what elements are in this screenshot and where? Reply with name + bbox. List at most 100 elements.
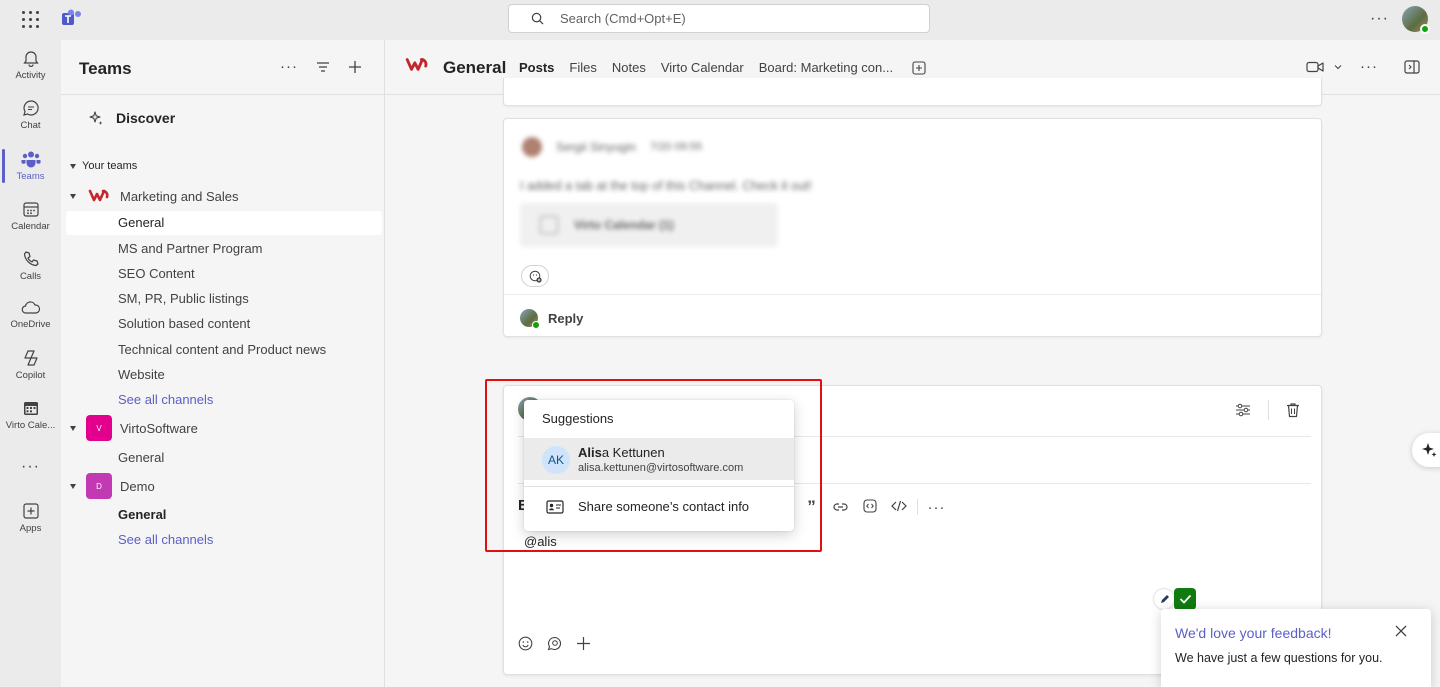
plus-icon[interactable]	[348, 60, 362, 74]
divider	[61, 94, 384, 95]
message-card: Sergii Sinyugin 7/20 09:55 I added a tab…	[503, 118, 1322, 337]
channel-general[interactable]: General	[118, 450, 164, 465]
add-reaction-button[interactable]	[521, 265, 549, 287]
channel-title: General	[443, 58, 507, 77]
phone-icon	[23, 251, 39, 267]
tab-notes[interactable]: Notes	[612, 60, 646, 75]
divider	[1268, 400, 1269, 420]
rail-label: Activity	[15, 70, 46, 81]
rail-virto-calendar[interactable]: Virto Cale...	[0, 390, 61, 440]
code-icon[interactable]	[884, 499, 913, 515]
app-launcher-icon[interactable]	[22, 11, 40, 29]
plus-icon[interactable]	[576, 636, 591, 651]
more-options-icon[interactable]: ···	[1360, 58, 1378, 75]
more-options-icon[interactable]: ···	[280, 58, 298, 75]
rail-chat[interactable]: Chat	[0, 90, 61, 140]
tab-card: Virto Calendar (1)	[520, 203, 778, 247]
delete-icon[interactable]	[1286, 402, 1300, 418]
collapse-icon	[70, 163, 76, 169]
add-app-icon	[22, 503, 39, 519]
card-title: Virto Calendar (1)	[574, 218, 674, 232]
rail-label: Calls	[19, 271, 42, 282]
emoji-add-icon	[529, 270, 542, 283]
feedback-title[interactable]: We'd love your feedback!	[1175, 625, 1332, 641]
cloud-icon	[21, 301, 40, 314]
format-options-icon[interactable]	[1235, 403, 1251, 417]
message-header: Sergii Sinyugin 7/20 09:55	[522, 137, 702, 157]
chat-icon	[22, 100, 39, 116]
more-icon: ···	[21, 458, 40, 475]
teams-logo-icon	[62, 9, 81, 25]
team-name: Demo	[120, 478, 155, 494]
rail-label: Copilot	[15, 370, 46, 381]
presence-available-icon	[1420, 24, 1430, 34]
collapse-icon	[70, 425, 76, 431]
compose-actions	[518, 636, 591, 651]
grammar-check-icon[interactable]	[1174, 588, 1196, 610]
bell-icon	[22, 51, 39, 67]
tab-virto-calendar[interactable]: Virto Calendar	[661, 60, 744, 75]
chevron-down-icon[interactable]	[1334, 64, 1342, 70]
channel-seo[interactable]: SEO Content	[118, 266, 195, 281]
collapse-icon	[70, 483, 76, 489]
team-name: VirtoSoftware	[120, 420, 198, 436]
panel-actions: ···	[280, 58, 362, 75]
video-call-icon[interactable]	[1306, 61, 1324, 73]
team-avatar: V	[86, 415, 112, 441]
copilot-icon	[23, 350, 38, 366]
rail-copilot[interactable]: Copilot	[0, 340, 61, 390]
divider	[504, 294, 1321, 295]
rail-teams[interactable]: Teams	[0, 141, 61, 191]
rail-calls[interactable]: Calls	[0, 241, 61, 291]
rail-label: Chat	[20, 120, 41, 131]
rail-label: Virto Cale...	[5, 420, 56, 431]
channel-general[interactable]: General	[118, 507, 166, 522]
channel-general[interactable]: General	[66, 211, 382, 235]
reply-button[interactable]: Reply	[520, 309, 583, 329]
tab-posts[interactable]: Posts	[519, 60, 555, 91]
channel-technical[interactable]: Technical content and Product news	[118, 342, 326, 357]
your-teams-header[interactable]: Your teams	[70, 160, 137, 172]
search-icon	[531, 12, 544, 25]
see-all-channels-link[interactable]: See all channels	[118, 532, 213, 547]
rail-label: Apps	[19, 523, 42, 534]
rail-more-apps[interactable]: ···	[0, 442, 61, 492]
search-input[interactable]: Search (Cmd+Opt+E)	[508, 4, 930, 33]
more-options-icon[interactable]: ···	[1370, 10, 1389, 28]
feedback-text: We have just a few questions for you.	[1175, 651, 1383, 665]
tab-files[interactable]: Files	[569, 60, 596, 75]
code-snippet-icon[interactable]	[855, 498, 884, 516]
message-time: 7/20 09:55	[650, 141, 703, 153]
team-virtosoftware[interactable]: V VirtoSoftware	[70, 415, 198, 441]
team-marketing-and-sales[interactable]: Marketing and Sales	[70, 183, 239, 209]
channel-sm-pr[interactable]: SM, PR, Public listings	[118, 291, 249, 306]
rail-calendar[interactable]: Calendar	[0, 191, 61, 241]
link-icon[interactable]	[826, 499, 855, 515]
teams-icon	[21, 151, 40, 168]
virto-calendar-icon	[23, 402, 38, 415]
see-all-channels-link[interactable]: See all channels	[118, 392, 213, 407]
team-logo-icon	[86, 183, 112, 209]
rail-apps[interactable]: Apps	[0, 493, 61, 543]
close-icon[interactable]	[1395, 625, 1407, 637]
user-avatar[interactable]	[1402, 6, 1430, 34]
team-avatar: D	[86, 473, 112, 499]
channel-solution[interactable]: Solution based content	[118, 316, 250, 331]
copilot-sparkle-button[interactable]	[1412, 433, 1440, 467]
channel-website[interactable]: Website	[118, 367, 165, 382]
rail-onedrive[interactable]: OneDrive	[0, 290, 61, 340]
loop-icon[interactable]	[547, 636, 562, 651]
rail-label: Teams	[16, 171, 45, 182]
rail-activity[interactable]: Activity	[0, 40, 61, 90]
tab-board[interactable]: Board: Marketing con...	[759, 60, 893, 75]
side-panel-icon[interactable]	[1404, 59, 1420, 74]
rail-label: Calendar	[11, 221, 50, 232]
team-demo[interactable]: D Demo	[70, 473, 155, 499]
add-tab-icon[interactable]	[912, 61, 926, 75]
filter-icon[interactable]	[316, 61, 330, 73]
more-options-icon[interactable]: ···	[922, 499, 951, 516]
channel-ms-partner[interactable]: MS and Partner Program	[118, 241, 263, 256]
discover-button[interactable]: Discover	[88, 110, 175, 126]
pen-icon[interactable]	[1154, 589, 1174, 609]
emoji-icon[interactable]	[518, 636, 533, 651]
